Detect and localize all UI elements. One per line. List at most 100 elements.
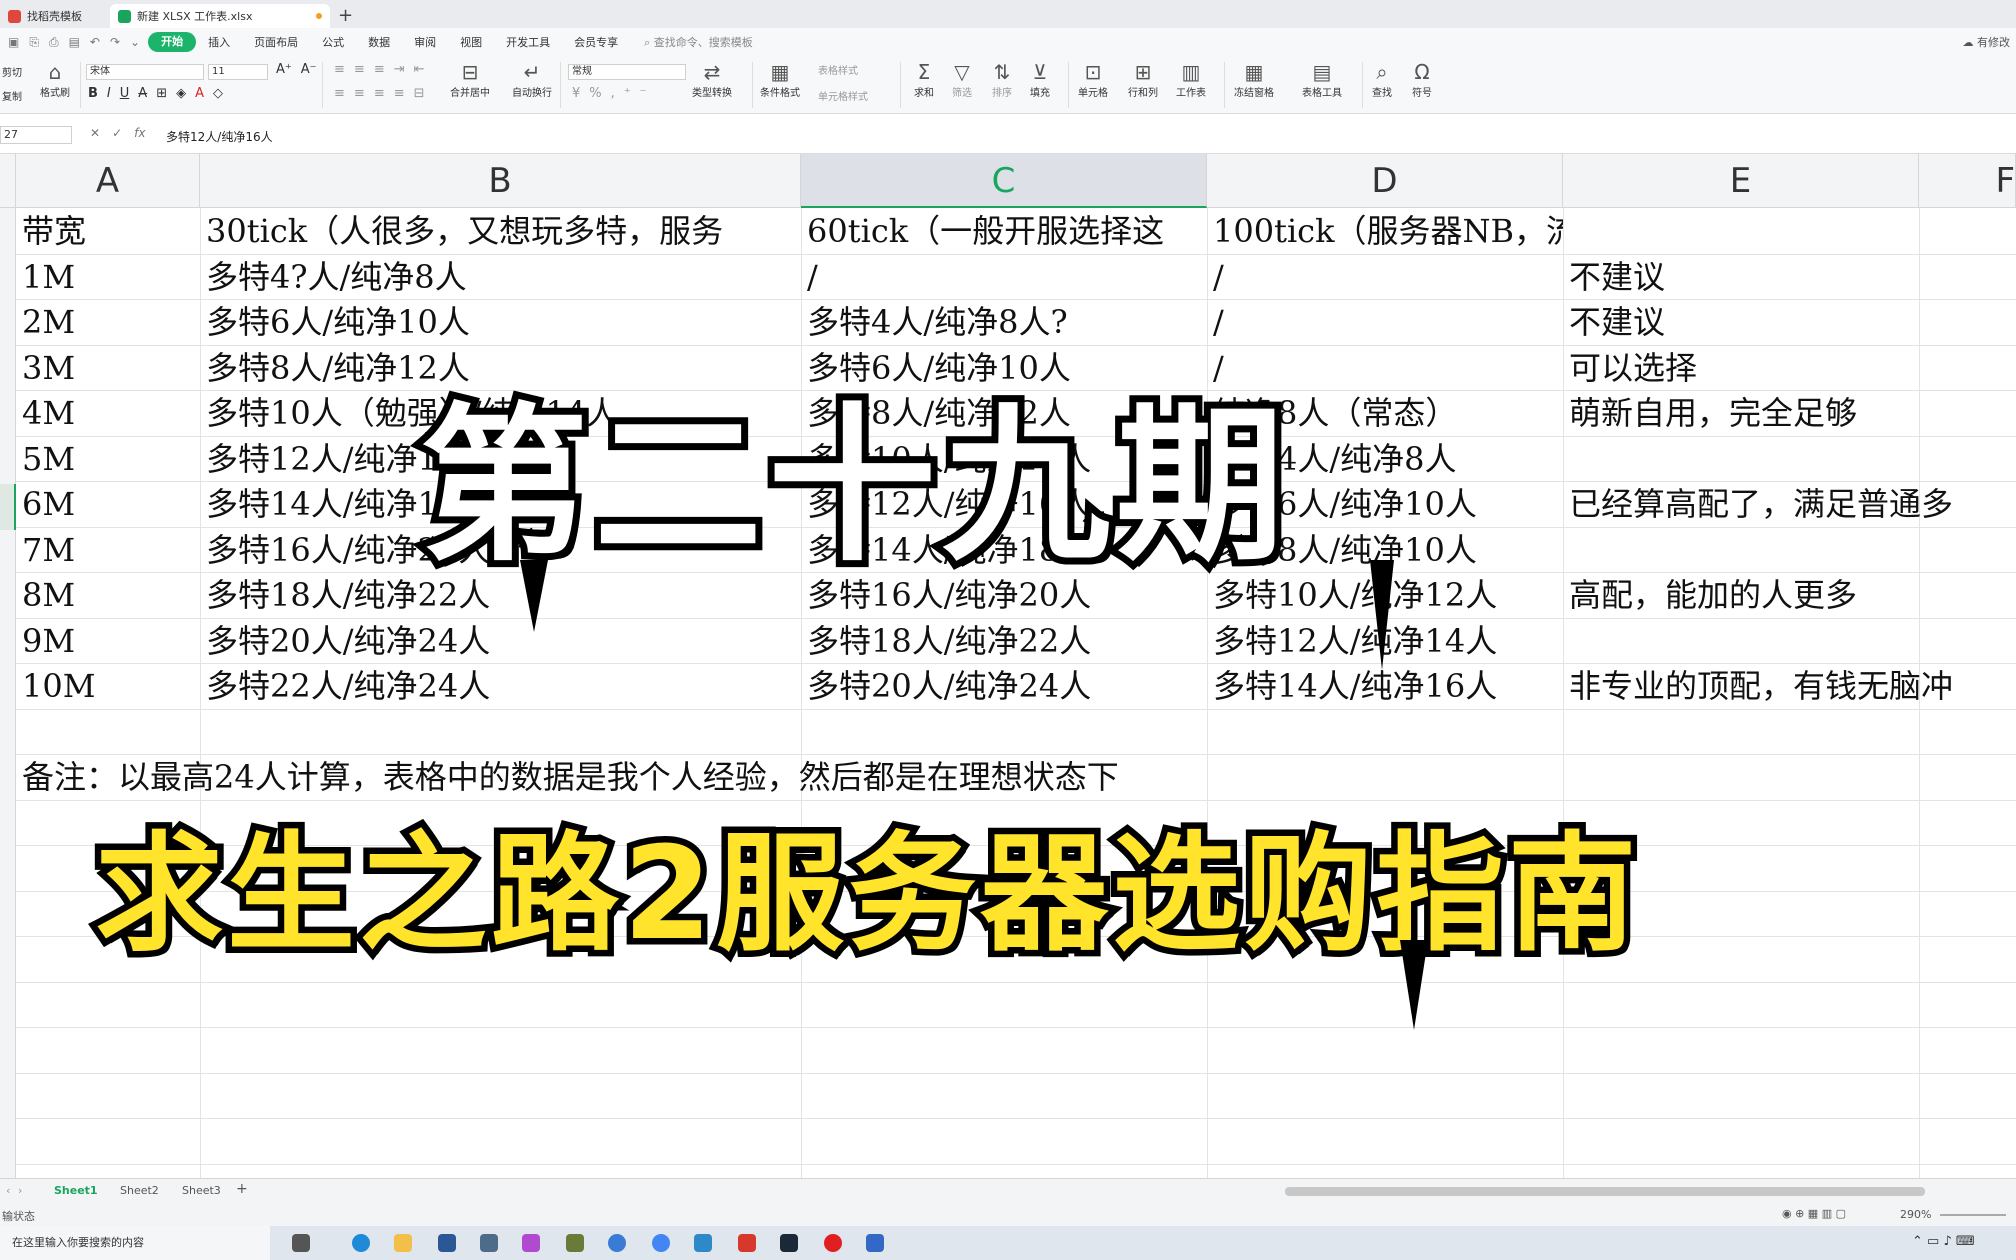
row-header-selected[interactable]: [0, 484, 16, 530]
app-icon[interactable]: [480, 1234, 498, 1252]
cell-button[interactable]: ⊡ 单元格: [1078, 60, 1108, 99]
record-icon[interactable]: [824, 1234, 842, 1252]
table-cell[interactable]: 可以选择: [1563, 345, 2016, 391]
table-cell[interactable]: 30tick（人很多，又想玩多特，服务: [200, 208, 801, 254]
copy-button[interactable]: 复制: [2, 88, 22, 103]
fill-color-icon[interactable]: ◈: [176, 86, 186, 101]
decimal-dec-icon[interactable]: ⁻: [640, 86, 647, 101]
table-cell[interactable]: 多特18人/纯净22人: [801, 618, 1207, 664]
thousands-icon[interactable]: ,: [611, 86, 615, 101]
row-col-button[interactable]: ⊞ 行和列: [1128, 60, 1158, 99]
microphone-icon[interactable]: [522, 1234, 540, 1252]
table-cell[interactable]: 高配，能加的人更多: [1563, 572, 2016, 618]
align-top-icon[interactable]: ≡: [334, 62, 345, 77]
table-cell[interactable]: 多特20人/纯净24人: [200, 618, 801, 664]
table-cell[interactable]: 2M: [16, 299, 200, 345]
italic-icon[interactable]: I: [107, 86, 111, 101]
align-bottom-icon[interactable]: ≡: [374, 62, 385, 77]
column-header-d[interactable]: D: [1207, 154, 1563, 208]
menu-item-review[interactable]: 审阅: [402, 34, 448, 50]
tab-workbook[interactable]: 新建 XLSX 工作表.xlsx: [110, 4, 330, 28]
type-convert-button[interactable]: ⇄ 类型转换: [692, 60, 732, 99]
find-button[interactable]: ⌕ 查找: [1372, 60, 1392, 99]
distribute-icon[interactable]: ⊟: [414, 86, 425, 101]
table-cell[interactable]: 萌新自用，完全足够: [1563, 390, 2016, 436]
decimal-inc-icon[interactable]: ⁺: [624, 86, 631, 101]
name-box[interactable]: 27: [0, 126, 72, 144]
number-format-select[interactable]: 常规: [568, 64, 686, 80]
column-header-a[interactable]: A: [16, 154, 200, 208]
underline-icon[interactable]: U: [120, 86, 130, 101]
currency-icon[interactable]: ¥: [572, 86, 580, 101]
filter-button[interactable]: ▽ 筛选: [952, 60, 972, 99]
preview-icon[interactable]: ▤: [69, 35, 80, 50]
table-cell[interactable]: /: [801, 254, 1207, 300]
app-icon[interactable]: [438, 1234, 456, 1252]
table-tools-button[interactable]: ▤ 表格工具: [1302, 60, 1342, 99]
table-cell[interactable]: 多特4人/纯净8人?: [801, 299, 1207, 345]
redo-icon[interactable]: ↷: [110, 35, 120, 50]
column-header-b[interactable]: B: [200, 154, 801, 208]
wrap-text-button[interactable]: ↵ 自动换行: [512, 60, 552, 99]
export-icon[interactable]: ⎘: [29, 35, 39, 50]
increase-font-icon[interactable]: A⁺: [276, 62, 292, 77]
horizontal-scrollbar[interactable]: [1285, 1187, 1925, 1196]
table-cell[interactable]: 60tick（一般开服选择这: [801, 208, 1207, 254]
freeze-panes-button[interactable]: ▦ 冻结窗格: [1234, 60, 1274, 99]
strikethrough-icon[interactable]: A: [138, 86, 147, 101]
menu-item-developer[interactable]: 开发工具: [494, 34, 562, 50]
save-icon[interactable]: ▣: [8, 35, 19, 50]
table-cell[interactable]: 5M: [16, 436, 200, 482]
worksheet-button[interactable]: ▥ 工作表: [1176, 60, 1206, 99]
format-painter-button[interactable]: ⌂ 格式刷: [40, 60, 70, 99]
menu-item-formulas[interactable]: 公式: [310, 34, 356, 50]
column-header-f[interactable]: F: [1919, 154, 2016, 208]
wps-icon[interactable]: [738, 1234, 756, 1252]
table-cell[interactable]: 多特4?人/纯净8人: [200, 254, 801, 300]
app-icon[interactable]: [566, 1234, 584, 1252]
clear-icon[interactable]: ◇: [213, 86, 223, 101]
chevron-down-icon[interactable]: ⌄: [130, 35, 140, 50]
table-cell[interactable]: 不建议: [1563, 299, 2016, 345]
command-search[interactable]: ⌕ 查找命令、搜索模板: [644, 34, 753, 50]
cloud-status[interactable]: ☁ 有修改: [1963, 34, 2011, 50]
fx-icon[interactable]: fx: [134, 126, 145, 140]
edge-icon[interactable]: [352, 1234, 370, 1252]
confirm-icon[interactable]: ✓: [112, 126, 122, 140]
table-cell[interactable]: 多特6人/纯净10人: [200, 299, 801, 345]
conditional-format-button[interactable]: ▦ 条件格式: [760, 60, 800, 99]
sum-button[interactable]: Σ 求和: [914, 60, 934, 99]
table-cell[interactable]: 6M: [16, 481, 200, 527]
table-cell[interactable]: 多特22人/纯净24人: [200, 663, 801, 709]
symbol-button[interactable]: Ω 符号: [1412, 60, 1432, 99]
next-sheet-icon[interactable]: ›: [18, 1184, 22, 1197]
table-cell[interactable]: 4M: [16, 390, 200, 436]
sheet-tab-1[interactable]: Sheet1: [54, 1184, 98, 1197]
sort-button[interactable]: ⇅ 排序: [992, 60, 1012, 99]
tab-docer-templates[interactable]: 找稻壳模板: [0, 4, 110, 28]
decrease-font-icon[interactable]: A⁻: [301, 62, 317, 77]
app-icon[interactable]: [694, 1234, 712, 1252]
zoom-level[interactable]: 290%: [1900, 1208, 1931, 1221]
tray-icons[interactable]: ⌃ ▭ ♪ ⌨: [1912, 1234, 1975, 1249]
table-cell[interactable]: 已经算高配了，满足普通多: [1563, 481, 2016, 527]
menu-item-data[interactable]: 数据: [356, 34, 402, 50]
table-cell[interactable]: 非专业的顶配，有钱无脑冲: [1563, 663, 2016, 709]
align-left-icon[interactable]: ≡: [334, 86, 345, 101]
steam-icon[interactable]: [780, 1234, 798, 1252]
table-cell[interactable]: 9M: [16, 618, 200, 664]
cell-style-button[interactable]: 单元格样式: [818, 88, 868, 103]
font-name-select[interactable]: 宋体: [86, 64, 204, 80]
menu-item-view[interactable]: 视图: [448, 34, 494, 50]
table-cell[interactable]: 7M: [16, 527, 200, 573]
table-cell[interactable]: 多特20人/纯净24人: [801, 663, 1207, 709]
table-cell[interactable]: 10M: [16, 663, 200, 709]
sheet-tab-2[interactable]: Sheet2: [120, 1184, 159, 1197]
cancel-icon[interactable]: ✕: [90, 126, 100, 140]
bold-icon[interactable]: B: [88, 86, 98, 101]
table-cell[interactable]: /: [1207, 254, 1563, 300]
view-icons[interactable]: ◉ ⊕ ▦ ▥ ▢: [1782, 1207, 1846, 1220]
menu-item-insert[interactable]: 插入: [196, 34, 242, 50]
font-size-select[interactable]: 11: [208, 64, 268, 80]
table-cell[interactable]: 8M: [16, 572, 200, 618]
